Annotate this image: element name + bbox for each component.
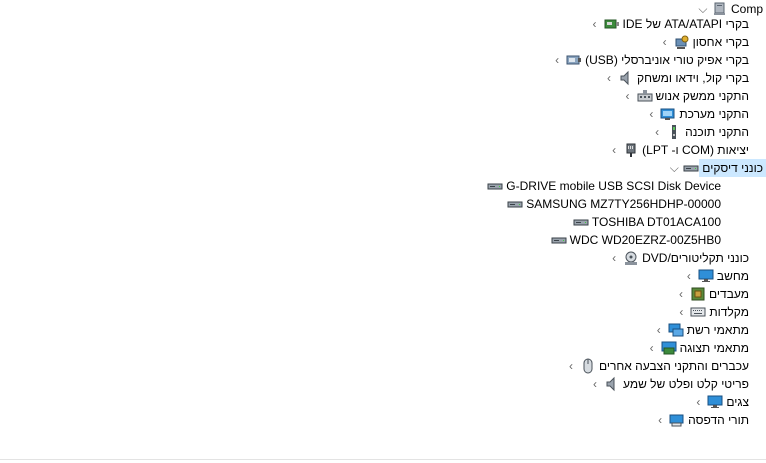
processor-icon (690, 286, 706, 302)
tree-category[interactable]: ‹ בקרי קול, וידאו ומשחק (602, 69, 752, 87)
tree-category-label: מתאמי רשת (686, 323, 749, 337)
tree-category-label: בקרי קול, וידאו ומשחק (637, 71, 749, 85)
chevron-right-icon[interactable]: ‹ (621, 87, 635, 105)
chevron-right-icon[interactable]: ‹ (674, 285, 688, 303)
disk-drive-item[interactable]: SAMSUNG MZ7TY256HDHP-00000 (505, 195, 724, 213)
tree-category-label: מקלדות (709, 305, 749, 319)
chevron-right-icon[interactable]: ‹ (653, 411, 667, 429)
chevron-right-icon[interactable]: ‹ (674, 303, 688, 321)
disk-drive-icon (551, 232, 567, 248)
tree-category-label: מעבדים (709, 287, 749, 301)
disk-drive-item[interactable]: WDC WD20EZRZ-00Z5HB0 (549, 231, 724, 249)
tree-category-label: עכברים והתקני הצבעה אחרים (598, 359, 749, 373)
device-tree: ⌵ Comp ‹ בקרי ATA/ATAPI של IDE ‹ בקרי אח… (0, 0, 766, 463)
tree-category[interactable]: ‹ עכברים והתקני הצבעה אחרים (564, 357, 752, 375)
ide-controller-icon (604, 16, 620, 32)
usb-controller-icon (566, 52, 582, 68)
tree-category-label: פריטי קלט ופלט של שמע (622, 377, 749, 391)
port-icon (623, 142, 639, 158)
hid-icon (637, 88, 653, 104)
speaker-icon (618, 70, 634, 86)
disk-drive-icon (683, 160, 699, 176)
tree-category[interactable]: ‹ התקני ממשק אנוש (621, 87, 752, 105)
disk-drive-label: WDC WD20EZRZ-00Z5HB0 (569, 233, 721, 247)
tree-category-label: מחשב (716, 269, 749, 283)
disk-drive-label: G-DRIVE mobile USB SCSI Disk Device (506, 179, 721, 193)
chevron-right-icon[interactable]: ‹ (645, 339, 659, 357)
disk-drive-label: TOSHIBA DT01ACA100 (591, 215, 721, 229)
tree-category-label: יציאות (COM ו- LPT) (642, 143, 749, 157)
chevron-right-icon[interactable]: ‹ (691, 393, 705, 411)
disk-drive-item[interactable]: TOSHIBA DT01ACA100 (571, 213, 724, 231)
tree-category-label: בקרי אחסון (692, 35, 749, 49)
mouse-icon (580, 358, 596, 374)
tree-category-label: צגים (726, 395, 749, 409)
tree-category[interactable]: ‹ מתאמי תצוגה (645, 339, 752, 357)
display-adapter-icon (661, 340, 677, 356)
chevron-right-icon[interactable]: ‹ (652, 321, 666, 339)
disk-drive-icon (507, 196, 523, 212)
chevron-right-icon[interactable]: ‹ (588, 375, 602, 393)
tree-category-expanded[interactable]: ⌵ כונני דיסקים (667, 159, 766, 177)
tree-category-label: כונני תקליטורים/DVD (642, 251, 749, 265)
keyboard-icon (690, 304, 706, 320)
tree-category-label: בקרי ATA/ATAPI של IDE (622, 17, 750, 31)
network-adapter-icon (668, 322, 684, 338)
tree-category[interactable]: ‹ מעבדים (674, 285, 752, 303)
chevron-right-icon[interactable]: ‹ (607, 249, 621, 267)
chevron-right-icon[interactable]: ‹ (550, 51, 564, 69)
storage-controller-icon (674, 34, 690, 50)
chevron-right-icon[interactable]: ‹ (602, 69, 616, 87)
tree-category[interactable]: ‹ כונני תקליטורים/DVD (607, 249, 752, 267)
tree-category[interactable]: ‹ בקרי ATA/ATAPI של IDE (588, 15, 753, 33)
tree-category[interactable]: ‹ מתאמי רשת (652, 321, 752, 339)
chevron-right-icon[interactable]: ‹ (644, 105, 658, 123)
monitor-icon (698, 268, 714, 284)
tree-category-label: בקרי אפיק טורי אוניברסלי (USB) (585, 53, 749, 67)
tree-category-label: התקני מערכת (679, 107, 749, 121)
monitor-icon (707, 394, 723, 410)
bottom-divider (0, 459, 766, 460)
tree-category-label: התקני תוכנה (685, 125, 749, 139)
tree-category-label: תורי הדפסה (688, 413, 749, 427)
tree-category-label: מתאמי תצוגה (679, 341, 749, 355)
chevron-down-icon[interactable]: ⌵ (667, 159, 681, 177)
chevron-right-icon[interactable]: ‹ (607, 141, 621, 159)
system-device-icon (660, 106, 676, 122)
chevron-right-icon[interactable]: ‹ (682, 267, 696, 285)
tree-category[interactable]: ‹ פריטי קלט ופלט של שמע (588, 375, 752, 393)
tree-category[interactable]: ‹ בקרי אחסון (658, 33, 752, 51)
tree-category[interactable]: ‹ בקרי אפיק טורי אוניברסלי (USB) (550, 51, 752, 69)
tree-category[interactable]: ‹ יציאות (COM ו- LPT) (607, 141, 752, 159)
tree-category[interactable]: ‹ התקני מערכת (644, 105, 752, 123)
dvd-drive-icon (623, 250, 639, 266)
tree-category[interactable]: ‹ תורי הדפסה (653, 411, 752, 429)
disk-drive-item[interactable]: G-DRIVE mobile USB SCSI Disk Device (485, 177, 724, 195)
print-queue-icon (669, 412, 685, 428)
chevron-right-icon[interactable]: ‹ (588, 15, 602, 33)
audio-io-icon (604, 376, 620, 392)
disk-drive-label: SAMSUNG MZ7TY256HDHP-00000 (526, 197, 721, 211)
chevron-right-icon[interactable]: ‹ (564, 357, 578, 375)
software-device-icon (666, 124, 682, 140)
tree-category[interactable]: ‹ מקלדות (674, 303, 752, 321)
tree-category-label: התקני ממשק אנוש (655, 89, 749, 103)
tree-category[interactable]: ‹ צגים (691, 393, 752, 411)
chevron-right-icon[interactable]: ‹ (658, 33, 672, 51)
tree-category[interactable]: ‹ התקני תוכנה (650, 123, 752, 141)
tree-category-label: כונני דיסקים (699, 159, 766, 177)
chevron-right-icon[interactable]: ‹ (650, 123, 664, 141)
disk-drive-icon (487, 178, 503, 194)
tree-category[interactable]: ‹ מחשב (682, 267, 752, 285)
disk-drive-icon (573, 214, 589, 230)
